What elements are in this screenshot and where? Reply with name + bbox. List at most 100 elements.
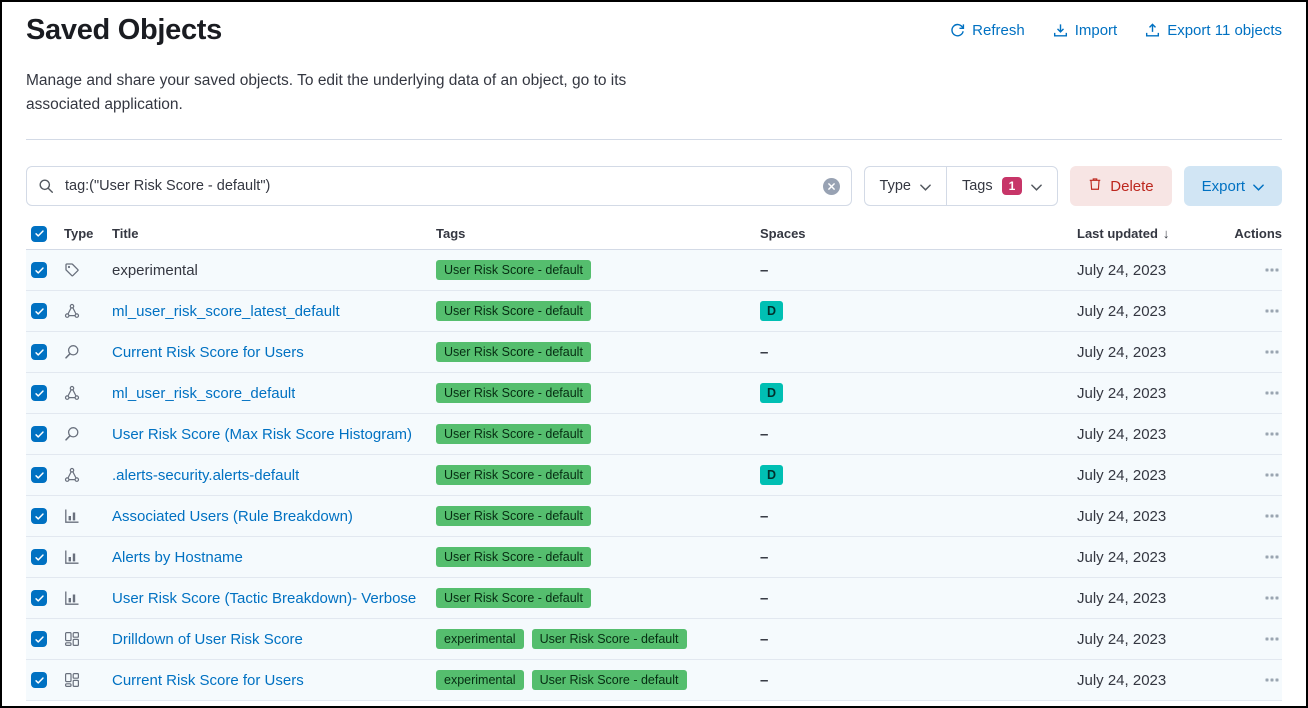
tag-badge[interactable]: User Risk Score - default [436, 506, 591, 526]
column-header-type[interactable]: Type [60, 226, 108, 241]
ml-job-icon [64, 385, 80, 401]
column-header-actions: Actions [1247, 226, 1286, 241]
dashboard-icon [64, 631, 80, 647]
tag-badge[interactable]: experimental [436, 629, 524, 649]
tag-badge[interactable]: User Risk Score - default [532, 629, 687, 649]
import-label: Import [1075, 22, 1118, 39]
object-title[interactable]: Associated Users (Rule Breakdown) [112, 508, 353, 525]
tag-badge[interactable]: User Risk Score - default [436, 588, 591, 608]
saved-objects-page: Saved Objects Refresh Import Export 11 o… [0, 0, 1308, 708]
row-checkbox[interactable] [31, 590, 47, 606]
column-header-spaces: Spaces [756, 226, 1073, 241]
visualization-icon [64, 508, 80, 524]
last-updated-value: July 24, 2023 [1073, 467, 1247, 484]
export-selected-button[interactable]: Export [1184, 166, 1282, 206]
row-checkbox[interactable] [31, 426, 47, 442]
import-button[interactable]: Import [1053, 22, 1118, 39]
row-checkbox[interactable] [31, 303, 47, 319]
last-updated-label: Last updated [1077, 226, 1158, 241]
delete-label: Delete [1110, 178, 1153, 195]
row-actions-button[interactable] [1262, 424, 1282, 444]
last-updated-value: July 24, 2023 [1073, 262, 1247, 279]
object-title[interactable]: Current Risk Score for Users [112, 344, 304, 361]
object-title[interactable]: Current Risk Score for Users [112, 672, 304, 689]
type-filter-button[interactable]: Type [865, 167, 946, 205]
last-updated-value: July 24, 2023 [1073, 508, 1247, 525]
no-spaces-dash: – [760, 426, 768, 443]
import-icon [1053, 23, 1068, 38]
no-spaces-dash: – [760, 631, 768, 648]
tag-badge[interactable]: User Risk Score - default [436, 383, 591, 403]
ml-job-icon [64, 303, 80, 319]
clear-search-icon[interactable] [823, 178, 840, 195]
no-spaces-dash: – [760, 344, 768, 361]
row-checkbox[interactable] [31, 385, 47, 401]
column-header-title[interactable]: Title [108, 226, 432, 241]
row-checkbox[interactable] [31, 508, 47, 524]
search-icon [38, 178, 54, 194]
tag-badge[interactable]: User Risk Score - default [436, 301, 591, 321]
saved-objects-table: Type Title Tags Spaces Last updated ↓ Ac… [26, 218, 1282, 701]
object-title[interactable]: User Risk Score (Max Risk Score Histogra… [112, 426, 412, 443]
object-title[interactable]: User Risk Score (Tactic Breakdown)- Verb… [112, 590, 416, 607]
row-checkbox[interactable] [31, 631, 47, 647]
visualization-icon [64, 549, 80, 565]
tag-badge[interactable]: User Risk Score - default [436, 424, 591, 444]
object-title[interactable]: ml_user_risk_score_default [112, 385, 295, 402]
dashboard-icon [64, 672, 80, 688]
row-actions-button[interactable] [1262, 465, 1282, 485]
row-actions-button[interactable] [1262, 547, 1282, 567]
tag-badge[interactable]: User Risk Score - default [436, 465, 591, 485]
row-actions-button[interactable] [1262, 260, 1282, 280]
chevron-down-icon [1253, 184, 1264, 191]
search-input[interactable] [63, 177, 814, 195]
delete-button[interactable]: Delete [1070, 166, 1171, 206]
last-updated-value: July 24, 2023 [1073, 590, 1247, 607]
no-spaces-dash: – [760, 672, 768, 689]
export-all-label: Export 11 objects [1167, 22, 1282, 39]
column-header-last-updated[interactable]: Last updated ↓ [1073, 226, 1247, 241]
table-row: ml_user_risk_score_latest_default User Ri… [26, 291, 1282, 332]
row-checkbox[interactable] [31, 262, 47, 278]
export-all-button[interactable]: Export 11 objects [1145, 22, 1282, 39]
tag-badge[interactable]: User Risk Score - default [436, 260, 591, 280]
row-checkbox[interactable] [31, 672, 47, 688]
table-header: Type Title Tags Spaces Last updated ↓ Ac… [26, 218, 1282, 250]
tag-badge[interactable]: User Risk Score - default [532, 670, 687, 690]
no-spaces-dash: – [760, 590, 768, 607]
object-title: experimental [112, 262, 198, 279]
table-body: experimental User Risk Score - default – Ju… [26, 250, 1282, 701]
row-actions-button[interactable] [1262, 301, 1282, 321]
table-row: .alerts-security.alerts-default User Risk… [26, 455, 1282, 496]
row-actions-button[interactable] [1262, 588, 1282, 608]
type-filter-label: Type [880, 178, 911, 194]
table-row: User Risk Score (Tactic Breakdown)- Verb… [26, 578, 1282, 619]
row-actions-button[interactable] [1262, 629, 1282, 649]
object-title[interactable]: ml_user_risk_score_latest_default [112, 303, 340, 320]
last-updated-value: July 24, 2023 [1073, 672, 1247, 689]
tag-badge[interactable]: User Risk Score - default [436, 342, 591, 362]
table-row: User Risk Score (Max Risk Score Histogra… [26, 414, 1282, 455]
tag-badge[interactable]: experimental [436, 670, 524, 690]
object-title[interactable]: Alerts by Hostname [112, 549, 243, 566]
object-title[interactable]: Drilldown of User Risk Score [112, 631, 303, 648]
row-checkbox[interactable] [31, 344, 47, 360]
row-actions-button[interactable] [1262, 506, 1282, 526]
no-spaces-dash: – [760, 262, 768, 279]
row-actions-button[interactable] [1262, 383, 1282, 403]
row-actions-button[interactable] [1262, 670, 1282, 690]
row-checkbox[interactable] [31, 467, 47, 483]
tag-badge[interactable]: User Risk Score - default [436, 547, 591, 567]
ml-job-icon [64, 467, 80, 483]
row-actions-button[interactable] [1262, 342, 1282, 362]
select-all-checkbox[interactable] [31, 226, 47, 242]
refresh-button[interactable]: Refresh [950, 22, 1025, 39]
object-title[interactable]: .alerts-security.alerts-default [112, 467, 299, 484]
refresh-icon [950, 23, 965, 38]
tags-filter-label: Tags [962, 178, 993, 194]
table-row: Current Risk Score for Users experimental… [26, 660, 1282, 701]
lens-icon [64, 426, 80, 442]
tags-filter-button[interactable]: Tags 1 [946, 167, 1057, 205]
row-checkbox[interactable] [31, 549, 47, 565]
table-row: Associated Users (Rule Breakdown) User Ri… [26, 496, 1282, 537]
